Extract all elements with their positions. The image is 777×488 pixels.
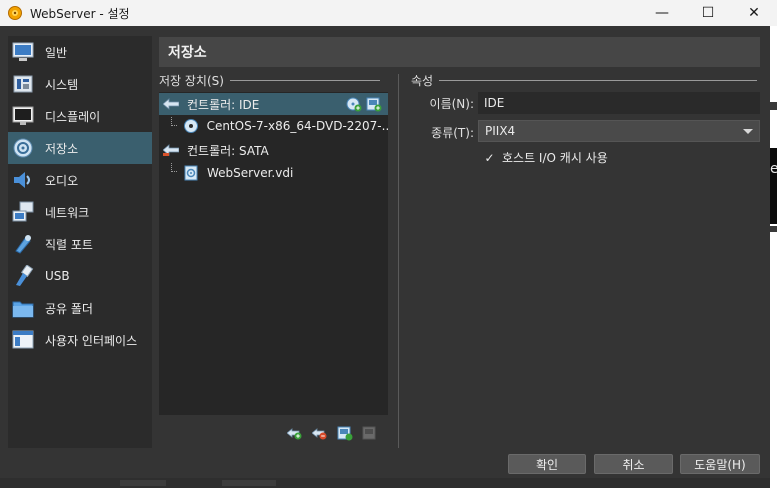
- audio-icon: [11, 168, 35, 192]
- sidebar-item-label: 오디오: [45, 173, 79, 188]
- sidebar-item-storage[interactable]: 저장소: [8, 132, 152, 164]
- title-bar: WebServer - 설정 — ☐ ✕: [0, 0, 777, 26]
- tree-item-label: 컨트롤러: SATA: [187, 143, 269, 158]
- host-cache-checkbox[interactable]: ✓ 호스트 I/O 캐시 사용: [483, 149, 608, 166]
- sidebar-item-label: 사용자 인터페이스: [45, 333, 138, 348]
- add-controller-icon[interactable]: [286, 424, 303, 441]
- type-select[interactable]: PIIX4: [478, 120, 760, 142]
- background-window-edge: e: [770, 26, 777, 488]
- tree-item-hard-disk[interactable]: WebServer.vdi: [159, 162, 388, 184]
- tree-item-optical-disk[interactable]: CentOS-7-x86_64-DVD-2207-...: [159, 115, 388, 137]
- remove-controller-icon[interactable]: [311, 424, 328, 441]
- storage-devices-title: 저장 장치(S): [159, 74, 224, 88]
- sidebar-item-network[interactable]: 네트워크: [8, 196, 152, 228]
- system-icon: [11, 72, 35, 96]
- close-button[interactable]: ✕: [731, 0, 777, 26]
- sidebar-item-label: 디스플레이: [45, 109, 101, 124]
- name-label: 이름(N):: [429, 97, 474, 111]
- tree-item-controller-ide[interactable]: 컨트롤러: IDE: [159, 93, 388, 115]
- optical-disk-icon: [183, 118, 199, 134]
- add-optical-drive-icon[interactable]: [346, 96, 362, 115]
- settings-sidebar: 일반 시스템 디스플레이 저장소 오디오 네트워크 직렬 포트 USB 공유 폴…: [8, 36, 152, 448]
- maximize-button[interactable]: ☐: [685, 0, 731, 26]
- type-select-value: PIIX4: [485, 124, 516, 138]
- display-icon: [11, 104, 35, 128]
- maximize-icon: ☐: [701, 5, 715, 21]
- name-field[interactable]: IDE: [478, 92, 760, 114]
- sidebar-item-label: 공유 폴더: [45, 301, 93, 316]
- section-divider: [439, 80, 758, 81]
- settings-window: 일반 시스템 디스플레이 저장소 오디오 네트워크 직렬 포트 USB 공유 폴…: [0, 26, 770, 488]
- sidebar-item-display[interactable]: 디스플레이: [8, 100, 152, 132]
- sidebar-item-label: 네트워크: [45, 205, 90, 220]
- close-icon: ✕: [748, 5, 760, 21]
- sidebar-item-audio[interactable]: 오디오: [8, 164, 152, 196]
- user-interface-icon: [11, 328, 35, 352]
- storage-devices-heading: 저장 장치(S): [159, 72, 380, 89]
- sidebar-item-label: USB: [45, 269, 70, 283]
- help-button[interactable]: 도움말(H): [680, 454, 760, 474]
- page-title: 저장소: [159, 37, 760, 67]
- chevron-down-icon: [743, 129, 753, 134]
- tree-item-label: 컨트롤러: IDE: [187, 97, 260, 112]
- storage-toolbar: [286, 424, 378, 441]
- attributes-title: 속성: [411, 74, 434, 88]
- host-cache-label: 호스트 I/O 캐시 사용: [502, 151, 608, 165]
- usb-icon: [11, 264, 35, 288]
- type-label: 종류(T):: [431, 126, 474, 140]
- sidebar-item-label: 일반: [45, 45, 68, 60]
- sidebar-item-shared-folders[interactable]: 공유 폴더: [8, 292, 152, 324]
- sidebar-item-serial-port[interactable]: 직렬 포트: [8, 228, 152, 260]
- background-strip: [120, 480, 166, 486]
- sidebar-item-general[interactable]: 일반: [8, 36, 152, 68]
- ok-button[interactable]: 확인: [508, 454, 586, 474]
- ide-controller-icon: [163, 96, 179, 112]
- checkmark-icon: ✓: [484, 150, 495, 165]
- cancel-button[interactable]: 취소: [594, 454, 673, 474]
- sidebar-item-label: 저장소: [45, 141, 79, 156]
- sidebar-item-usb[interactable]: USB: [8, 260, 152, 292]
- network-icon: [11, 200, 35, 224]
- minimize-icon: —: [655, 5, 669, 21]
- tree-item-label: CentOS-7-x86_64-DVD-2207-...: [206, 119, 388, 133]
- background-window-bottom: [0, 478, 770, 488]
- vertical-splitter[interactable]: [398, 74, 399, 448]
- tree-item-controller-sata[interactable]: 컨트롤러: SATA: [159, 139, 388, 161]
- sidebar-item-label: 직렬 포트: [45, 237, 93, 252]
- attributes-heading: 속성: [411, 72, 758, 89]
- background-strip: [222, 480, 276, 486]
- storage-icon: [11, 136, 35, 160]
- tree-item-label: WebServer.vdi: [207, 166, 294, 180]
- shared-folder-icon: [11, 296, 35, 320]
- add-hard-disk-icon[interactable]: [366, 96, 382, 115]
- sidebar-item-user-interface[interactable]: 사용자 인터페이스: [8, 324, 152, 356]
- add-attachment-icon[interactable]: [336, 424, 353, 441]
- storage-tree[interactable]: 컨트롤러: IDE CentOS-7-x86_64-DVD-2207-... 컨…: [159, 92, 388, 415]
- window-title: WebServer - 설정: [30, 6, 130, 21]
- background-text: e: [770, 161, 777, 177]
- general-icon: [11, 40, 35, 64]
- background-strip: [770, 226, 777, 232]
- background-terminal: [770, 148, 777, 224]
- sidebar-item-label: 시스템: [45, 77, 79, 92]
- virtualbox-app-icon: [8, 6, 22, 20]
- sata-controller-icon: [163, 142, 179, 158]
- hard-disk-icon: [183, 165, 199, 181]
- remove-attachment-icon[interactable]: [361, 424, 378, 441]
- serial-port-icon: [11, 232, 35, 256]
- background-strip: [770, 102, 777, 110]
- section-divider: [229, 80, 380, 81]
- sidebar-item-system[interactable]: 시스템: [8, 68, 152, 100]
- minimize-button[interactable]: —: [639, 0, 685, 26]
